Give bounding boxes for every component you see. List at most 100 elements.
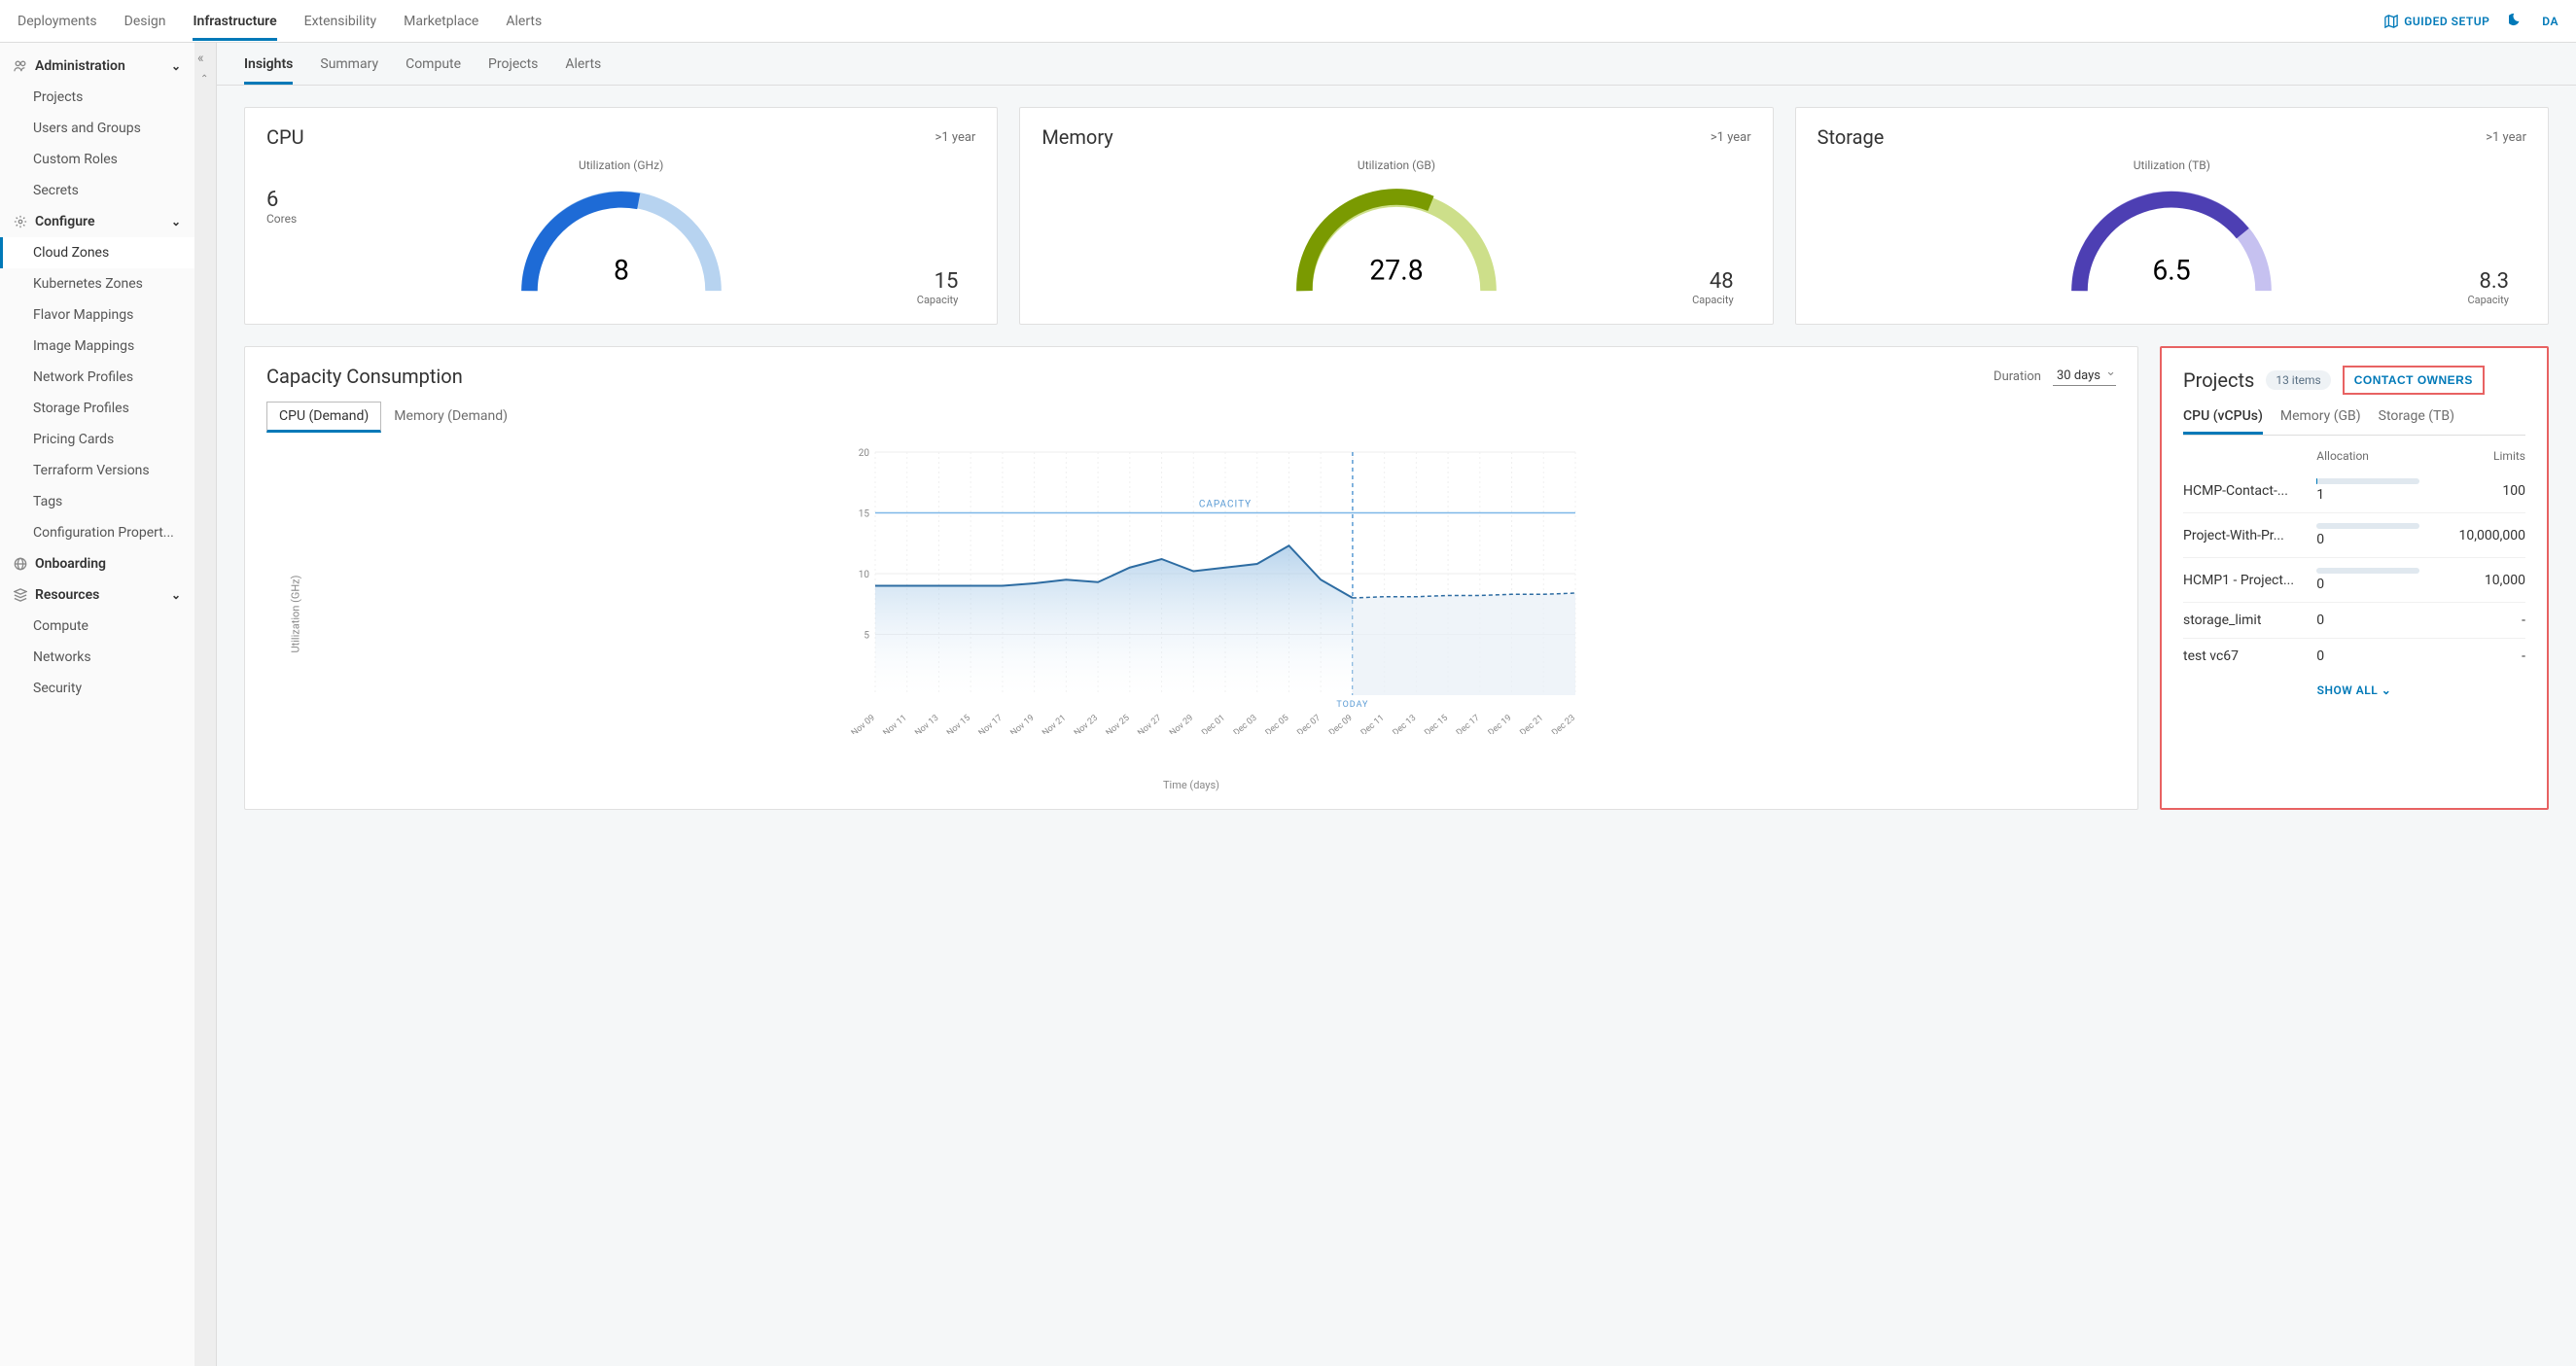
sidebar-item-security[interactable]: Security (0, 673, 194, 704)
cores-info: 6 Cores (266, 188, 297, 226)
theme-toggle[interactable] (2509, 13, 2523, 29)
svg-text:Dec 05: Dec 05 (1264, 714, 1291, 734)
show-all-label: SHOW ALL (2317, 683, 2379, 697)
card-title: Storage (1817, 125, 1885, 149)
project-limit: - (2422, 648, 2525, 664)
sidebar-group-configure[interactable]: Configure ⌄ (0, 206, 194, 237)
svg-text:Dec 03: Dec 03 (1232, 714, 1259, 734)
sidebar-item-configuration-properties[interactable]: Configuration Propert... (0, 517, 194, 548)
cores-value: 6 (266, 188, 297, 212)
svg-text:Nov 27: Nov 27 (1136, 714, 1163, 734)
project-limit: 100 (2422, 483, 2525, 499)
globe-icon (14, 557, 27, 571)
gauge-capacity: 15 Capacity (917, 269, 959, 306)
dashboard: CPU >1 year 6 Cores Utilization (GHz) 8 (217, 86, 2576, 831)
chart-plot: Utilization (GHz) 5101520CAPACITYTODAYNo… (266, 442, 2116, 773)
sidebar-group-label: Administration (35, 58, 125, 74)
sidebar-item-cloud-zones[interactable]: Cloud Zones (0, 237, 194, 268)
duration-dropdown[interactable]: 30 days (2053, 367, 2116, 386)
col-limits: Limits (2422, 449, 2525, 463)
gauge-chart: 6.5 (2055, 176, 2288, 302)
duration-label: Duration (1994, 369, 2041, 384)
table-row[interactable]: storage_limit0- (2183, 602, 2525, 638)
svg-text:Nov 23: Nov 23 (1073, 714, 1100, 734)
sidebar-item-compute[interactable]: Compute (0, 611, 194, 642)
sidebar-item-users-groups[interactable]: Users and Groups (0, 113, 194, 144)
duration-selector: Duration 30 days (1994, 367, 2116, 386)
guided-setup-label: GUIDED SETUP (2404, 15, 2489, 28)
nav-deployments[interactable]: Deployments (18, 2, 97, 41)
project-limit: - (2422, 613, 2525, 628)
svg-text:10: 10 (859, 570, 870, 580)
chart-tab-cpu[interactable]: CPU (Demand) (266, 402, 381, 433)
col-allocation: Allocation (2316, 449, 2419, 463)
map-icon (2384, 15, 2398, 28)
chart-xlabel: Time (days) (266, 779, 2116, 791)
contact-owners-button[interactable]: CONTACT OWNERS (2343, 366, 2485, 395)
nav-extensibility[interactable]: Extensibility (304, 2, 377, 41)
sidebar-group-administration[interactable]: Administration ⌄ (0, 51, 194, 82)
svg-text:Nov 13: Nov 13 (913, 714, 940, 734)
sidebar-item-network-profiles[interactable]: Network Profiles (0, 362, 194, 393)
sidebar-item-secrets[interactable]: Secrets (0, 175, 194, 206)
tab-insights[interactable]: Insights (244, 56, 293, 85)
sidebar-group-onboarding[interactable]: Onboarding (0, 548, 194, 579)
proj-tab-memory[interactable]: Memory (GB) (2280, 408, 2361, 435)
gauge-value: 27.8 (1369, 254, 1423, 286)
svg-text:Dec 17: Dec 17 (1455, 714, 1482, 734)
svg-text:Nov 29: Nov 29 (1168, 714, 1195, 734)
proj-tab-cpu[interactable]: CPU (vCPUs) (2183, 408, 2263, 435)
sidebar-group-resources[interactable]: Resources ⌄ (0, 579, 194, 611)
svg-text:15: 15 (859, 509, 870, 520)
svg-text:Dec 07: Dec 07 (1295, 714, 1323, 734)
tab-compute[interactable]: Compute (406, 56, 461, 85)
svg-text:Dec 21: Dec 21 (1519, 714, 1546, 734)
nav-marketplace[interactable]: Marketplace (404, 2, 478, 41)
svg-text:CAPACITY: CAPACITY (1199, 500, 1252, 510)
gear-icon (14, 215, 27, 228)
scroll-up-icon[interactable]: ⌃ (200, 74, 208, 85)
sidebar-collapse-button[interactable]: « (197, 51, 204, 66)
sidebar-item-terraform-versions[interactable]: Terraform Versions (0, 455, 194, 486)
sidebar-item-tags[interactable]: Tags (0, 486, 194, 517)
tab-projects[interactable]: Projects (488, 56, 538, 85)
sidebar-item-kubernetes-zones[interactable]: Kubernetes Zones (0, 268, 194, 299)
sidebar-item-networks[interactable]: Networks (0, 642, 194, 673)
projects-tabs: CPU (vCPUs) Memory (GB) Storage (TB) (2183, 408, 2525, 436)
card-title: Memory (1041, 125, 1112, 149)
proj-tab-storage[interactable]: Storage (TB) (2379, 408, 2454, 435)
svg-text:Nov 11: Nov 11 (882, 714, 909, 734)
chart-tabs: CPU (Demand) Memory (Demand) (266, 402, 2116, 433)
table-row[interactable]: Project-With-Pr...010,000,000 (2183, 512, 2525, 557)
sidebar-item-image-mappings[interactable]: Image Mappings (0, 331, 194, 362)
show-all-button[interactable]: SHOW ALL ⌄ (2183, 674, 2525, 697)
project-allocation: 0 (2316, 648, 2419, 664)
sidebar-item-flavor-mappings[interactable]: Flavor Mappings (0, 299, 194, 331)
nav-alerts[interactable]: Alerts (506, 2, 542, 41)
projects-panel: Projects 13 items CONTACT OWNERS CPU (vC… (2160, 346, 2549, 810)
sidebar-item-custom-roles[interactable]: Custom Roles (0, 144, 194, 175)
bottom-row: Capacity Consumption Duration 30 days CP… (244, 346, 2549, 810)
svg-text:Dec 09: Dec 09 (1327, 714, 1355, 734)
chart-tab-memory[interactable]: Memory (Demand) (381, 402, 520, 433)
nav-design[interactable]: Design (124, 2, 166, 41)
table-row[interactable]: HCMP-Contact-...1100 (2183, 469, 2525, 512)
tab-summary[interactable]: Summary (320, 56, 378, 85)
svg-text:Nov 25: Nov 25 (1105, 714, 1132, 734)
content-area: Insights Summary Compute Projects Alerts… (217, 43, 2576, 1366)
sidebar-item-pricing-cards[interactable]: Pricing Cards (0, 424, 194, 455)
sidebar-wrap: Administration ⌄ Projects Users and Grou… (0, 43, 217, 1366)
svg-text:Dec 19: Dec 19 (1487, 714, 1514, 734)
sidebar-item-projects[interactable]: Projects (0, 82, 194, 113)
stack-icon (14, 588, 27, 602)
gauge-subtitle: Utilization (GHz) (266, 158, 975, 172)
chevron-down-icon: ⌄ (171, 215, 181, 228)
table-row[interactable]: test vc670- (2183, 638, 2525, 674)
svg-text:Dec 13: Dec 13 (1392, 714, 1419, 734)
table-row[interactable]: HCMP1 - Project...010,000 (2183, 557, 2525, 602)
sidebar-item-storage-profiles[interactable]: Storage Profiles (0, 393, 194, 424)
tab-alerts[interactable]: Alerts (565, 56, 601, 85)
nav-infrastructure[interactable]: Infrastructure (193, 2, 276, 41)
guided-setup-button[interactable]: GUIDED SETUP (2384, 15, 2489, 28)
gauge-row: CPU >1 year 6 Cores Utilization (GHz) 8 (244, 107, 2549, 325)
